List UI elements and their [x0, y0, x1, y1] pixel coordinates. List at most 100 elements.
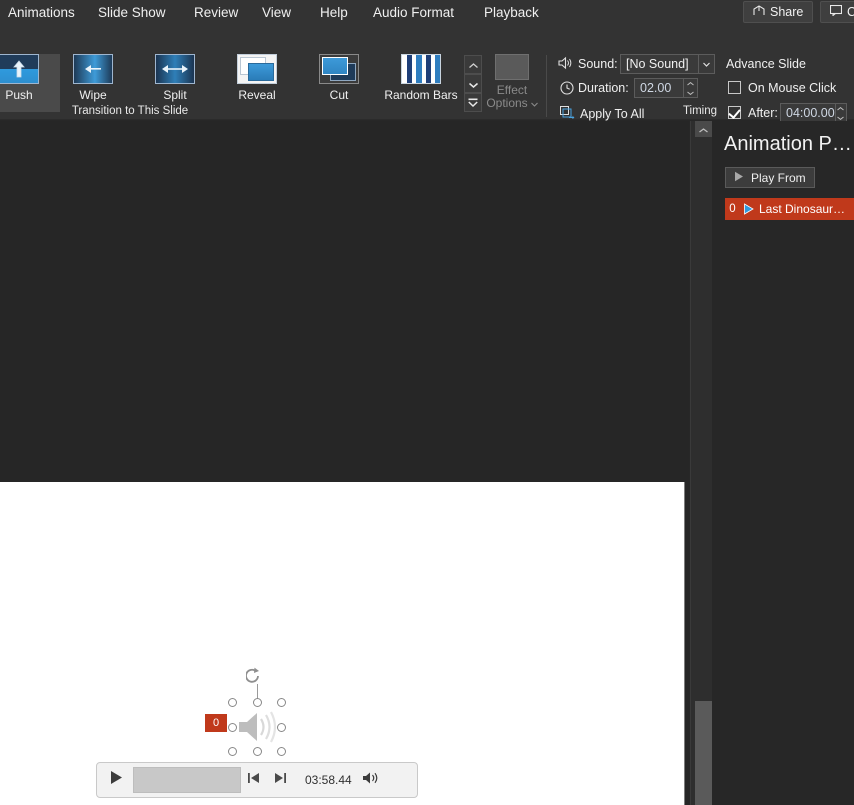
resize-handle-w[interactable]	[228, 722, 237, 732]
transition-wipe-icon	[73, 54, 113, 84]
on-mouse-click-label: On Mouse Click	[748, 81, 837, 95]
clock-icon	[560, 81, 574, 95]
effect-options-label-line2: Options	[486, 96, 528, 110]
resize-handle-n[interactable]	[252, 698, 262, 707]
media-control-bar[interactable]: 03:58.44	[96, 762, 418, 798]
play-trigger-icon[interactable]	[740, 203, 756, 215]
media-step-back-button[interactable]	[241, 771, 267, 789]
stepper-up-icon[interactable]	[684, 79, 697, 88]
play-from-button[interactable]: Play From	[725, 167, 815, 188]
after-stepper[interactable]	[834, 104, 846, 122]
transition-random-bars[interactable]: Random Bars	[380, 54, 462, 112]
transition-cut-icon	[319, 54, 359, 84]
transition-reveal[interactable]: Reveal	[216, 54, 298, 112]
volume-icon	[362, 771, 380, 790]
transition-push-label: Push	[5, 88, 33, 102]
media-progress-track[interactable]	[133, 767, 241, 793]
tab-slide-show[interactable]: Slide Show	[98, 0, 166, 25]
stepper-up-icon[interactable]	[836, 104, 846, 113]
apply-to-all-label: Apply To All	[580, 106, 645, 121]
duration-stepper[interactable]	[683, 79, 697, 97]
slide-vertical-scrollbar[interactable]	[690, 121, 712, 805]
tab-view[interactable]: View	[262, 0, 291, 25]
scroll-up-icon	[699, 120, 708, 138]
play-icon	[734, 171, 744, 185]
tab-audio-format[interactable]: Audio Format	[373, 0, 454, 25]
sound-select[interactable]: [No Sound]	[620, 54, 715, 74]
transition-split[interactable]: Split	[134, 54, 216, 112]
transition-push-icon	[0, 54, 39, 84]
slide-canvas-area[interactable]: 0 03:58.44	[0, 121, 689, 805]
powerpoint-window: Animations Slide Show Review View Help A…	[0, 0, 854, 805]
advance-slide-label: Advance Slide	[726, 57, 806, 71]
sound-icon	[558, 56, 573, 70]
share-button[interactable]: Share	[743, 1, 814, 23]
resize-handle-s[interactable]	[252, 747, 262, 756]
step-forward-icon	[273, 771, 287, 789]
media-play-button[interactable]	[105, 770, 127, 790]
animation-pane-title: Animation P…	[724, 133, 852, 155]
tab-review[interactable]: Review	[194, 0, 238, 25]
after-input[interactable]: 04:00.00	[780, 103, 847, 123]
tab-animations[interactable]: Animations	[8, 0, 75, 25]
transition-split-label: Split	[163, 88, 187, 102]
step-back-icon	[247, 771, 261, 789]
media-volume-button[interactable]	[362, 771, 380, 790]
scrollbar-thumb[interactable]	[695, 701, 712, 805]
rotate-handle[interactable]	[245, 667, 268, 690]
chevron-down-icon[interactable]	[698, 55, 714, 73]
scroll-down-icon	[468, 75, 478, 93]
share-icon	[753, 5, 765, 19]
tab-playback[interactable]: Playback	[484, 0, 539, 25]
animation-pane: Animation P… Play From 0 Last Dinosaur…	[712, 121, 854, 805]
play-icon	[110, 770, 123, 790]
transition-cut[interactable]: Cut	[298, 54, 380, 112]
transition-reveal-label: Reveal	[238, 88, 276, 102]
transition-reveal-icon	[237, 54, 277, 84]
share-label: Share	[770, 5, 804, 19]
transition-random-bars-label: Random Bars	[384, 88, 458, 102]
animation-item-name: Last Dinosaur…	[759, 202, 846, 216]
transition-split-icon	[155, 54, 195, 84]
transition-cut-label: Cut	[329, 88, 349, 102]
play-from-label: Play From	[751, 170, 806, 185]
chevron-down-icon	[530, 97, 538, 110]
effect-options-icon	[495, 54, 529, 80]
group-label-transition: Transition to This Slide	[71, 105, 189, 117]
ribbon-tab-bar: Animations Slide Show Review View Help A…	[0, 0, 854, 25]
animation-list-item[interactable]: 0 Last Dinosaur…	[725, 198, 854, 220]
scrollbar-up-button[interactable]	[695, 121, 712, 137]
duration-value: 02.00	[640, 81, 672, 95]
resize-handle-nw[interactable]	[228, 698, 237, 707]
more-transitions-icon	[468, 94, 478, 112]
duration-input[interactable]: 02.00	[634, 78, 698, 98]
comments-label: Co	[847, 5, 854, 19]
after-label: After:	[748, 106, 778, 120]
sound-value: [No Sound]	[626, 57, 689, 71]
animation-item-order: 0	[729, 203, 736, 215]
duration-label: Duration:	[578, 81, 629, 95]
apply-to-all-button[interactable]: Apply To All	[560, 105, 644, 122]
group-label-timing: Timing	[682, 105, 718, 117]
animation-order-badge[interactable]: 0	[205, 714, 227, 732]
media-time-label: 03:58.44	[305, 773, 352, 787]
ribbon: Push Wipe Split Reveal Cut Random Bars E…	[0, 25, 854, 123]
resize-handle-se[interactable]	[277, 747, 286, 756]
resize-handle-sw[interactable]	[228, 747, 237, 756]
stepper-down-icon[interactable]	[684, 88, 697, 97]
after-value: 04:00.00	[786, 106, 835, 120]
transition-random-bars-icon	[401, 54, 441, 84]
scroll-up-icon	[468, 56, 478, 74]
tab-help[interactable]: Help	[320, 0, 348, 25]
resize-handle-e[interactable]	[277, 722, 286, 732]
media-step-forward-button[interactable]	[267, 771, 293, 789]
effect-options-button[interactable]: Effect Options	[480, 54, 544, 114]
transition-wipe[interactable]: Wipe	[52, 54, 134, 112]
resize-handle-ne[interactable]	[277, 698, 286, 707]
comment-icon	[829, 4, 843, 19]
slide-surface[interactable]: 0 03:58.44	[0, 482, 685, 805]
audio-object[interactable]	[228, 667, 286, 756]
transition-push[interactable]: Push	[0, 54, 60, 112]
comments-button[interactable]: Co	[820, 1, 854, 23]
on-mouse-click-checkbox[interactable]	[728, 81, 741, 94]
